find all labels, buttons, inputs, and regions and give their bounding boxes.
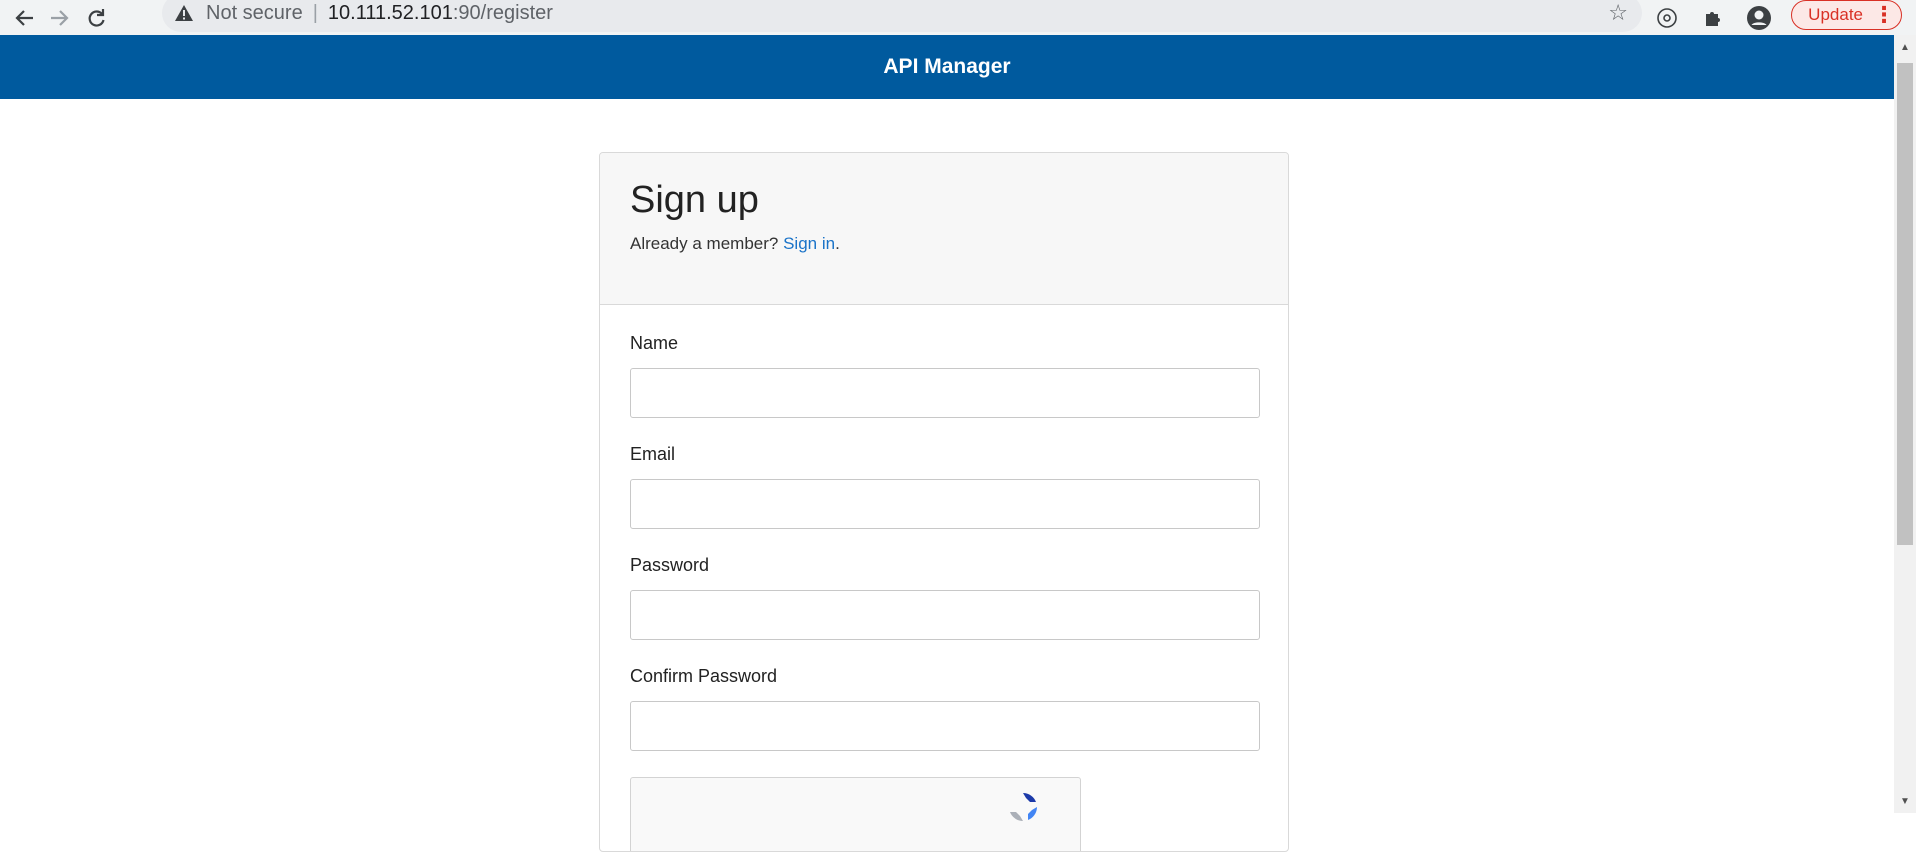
media-router-icon[interactable]	[1653, 4, 1681, 32]
url-host: 10.111.52.101	[327, 1, 453, 24]
puzzle-icon[interactable]	[1699, 4, 1727, 32]
name-label: Name	[630, 333, 679, 353]
arrow-right-icon	[49, 7, 71, 29]
signup-form: Name Email Password Confirm Password	[600, 305, 1288, 851]
app-title: API Manager	[883, 55, 1011, 78]
address-bar[interactable]: Not secure | 10.111.52.101 :90/register …	[162, 0, 1642, 32]
scroll-up-icon[interactable]: ▲	[1894, 37, 1916, 57]
password-label: Password	[630, 555, 710, 575]
confirm-password-label: Confirm Password	[630, 666, 778, 686]
email-group: Email	[630, 444, 1260, 529]
app-header: API Manager	[0, 35, 1894, 99]
scrollbar-thumb[interactable]	[1897, 63, 1913, 545]
star-icon[interactable]: ☆	[1608, 0, 1628, 26]
update-label: Update	[1808, 4, 1863, 24]
password-field[interactable]	[630, 590, 1260, 640]
warning-icon[interactable]	[174, 2, 196, 24]
name-field[interactable]	[630, 368, 1260, 418]
url-path: :90/register	[452, 1, 553, 24]
reload-button[interactable]	[78, 0, 114, 35]
recaptcha-icon	[1006, 790, 1040, 824]
confirm-password-group: Confirm Password	[630, 666, 1260, 751]
back-button[interactable]	[6, 0, 42, 35]
email-label: Email	[630, 444, 676, 464]
card-header: Sign up Already a member? Sign in.	[600, 153, 1288, 305]
signin-prompt: Already a member? Sign in.	[630, 234, 1258, 254]
email-field[interactable]	[630, 479, 1260, 529]
arrow-left-icon	[13, 7, 35, 29]
update-button[interactable]: Update ⋮	[1791, 0, 1902, 30]
confirm-password-field[interactable]	[630, 701, 1260, 751]
page-title: Sign up	[630, 179, 759, 221]
separator: |	[312, 1, 318, 24]
signin-link[interactable]: Sign in	[783, 234, 835, 253]
signup-card: Sign up Already a member? Sign in. Name …	[599, 152, 1289, 852]
page-scrollbar[interactable]: ▲ ▼	[1894, 35, 1916, 813]
forward-button[interactable]	[42, 0, 78, 35]
reload-icon	[85, 7, 107, 29]
browser-toolbar: Not secure | 10.111.52.101 :90/register …	[0, 0, 1916, 35]
captcha-widget[interactable]	[630, 777, 1081, 851]
more-vert-icon: ⋮	[1873, 1, 1895, 27]
signin-prompt-text: Already a member?	[630, 234, 784, 253]
account-icon[interactable]	[1745, 4, 1773, 32]
name-group: Name	[630, 333, 1260, 418]
password-group: Password	[630, 555, 1260, 640]
security-label: Not secure	[206, 1, 303, 24]
scroll-down-icon[interactable]: ▼	[1894, 791, 1916, 811]
signin-prompt-suffix: .	[835, 234, 840, 253]
